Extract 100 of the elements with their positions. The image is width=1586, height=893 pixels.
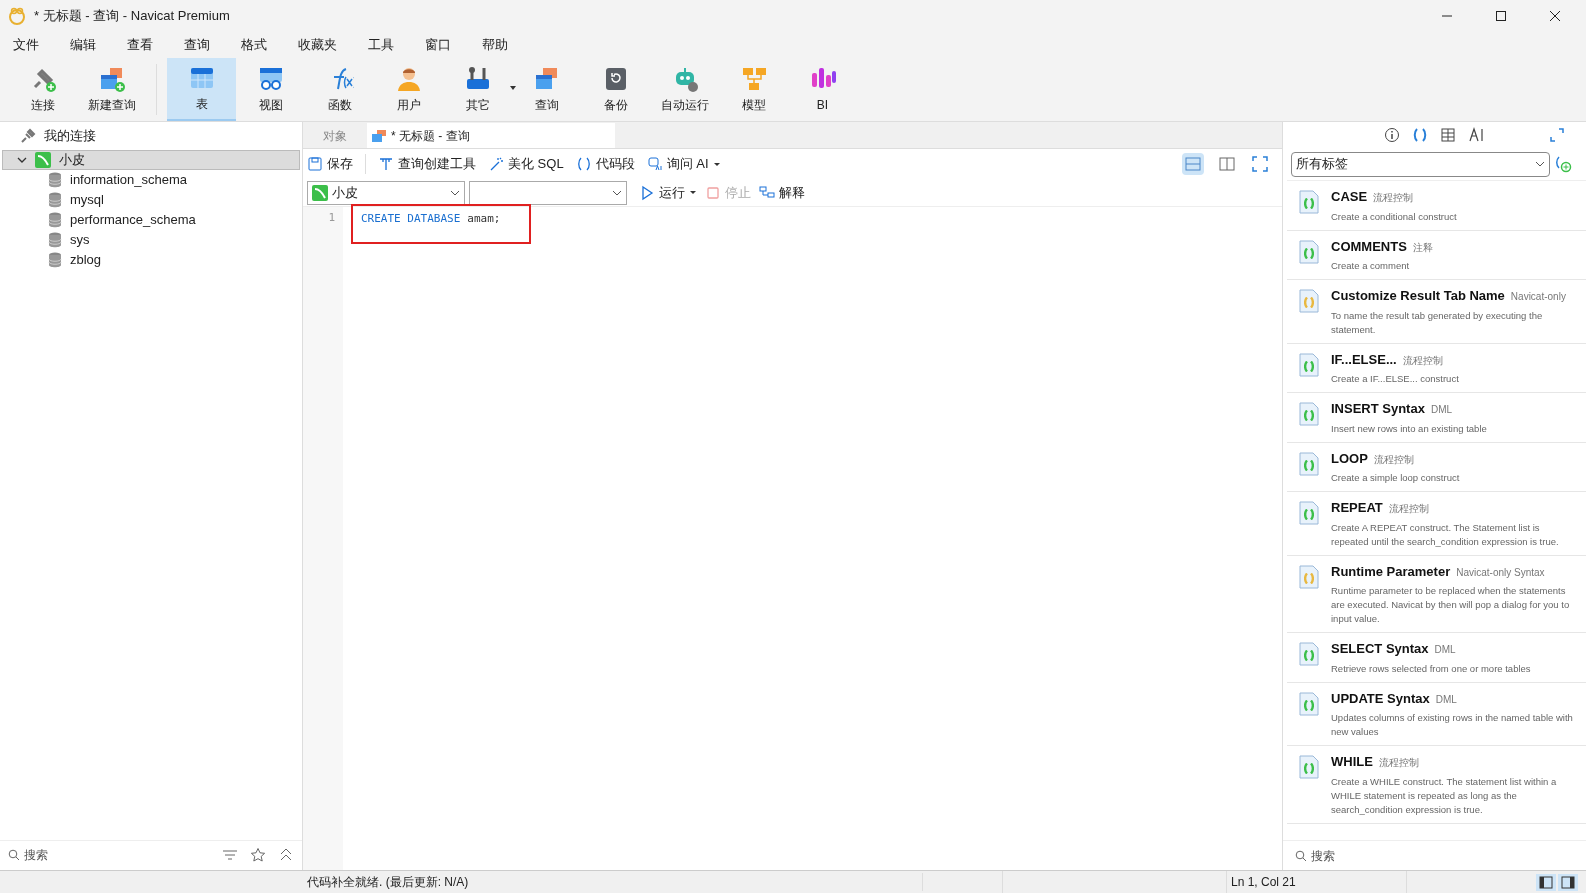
connection-icon bbox=[35, 152, 51, 168]
sql-keyword: CREATE DATABASE bbox=[361, 210, 461, 227]
snippet-item[interactable]: Customize Result Tab Name Navicat-only To name the result tab generated by executing the statement. bbox=[1287, 280, 1586, 344]
toolbar-button[interactable]: 其它 bbox=[443, 58, 512, 121]
snippet-item[interactable]: INSERT Syntax DML Insert new rows into an existing table bbox=[1287, 393, 1586, 443]
snippet-title: REPEAT bbox=[1331, 499, 1383, 517]
snippet-description: Create a WHILE construct. The statement list within a WHILE statement is repeated as long as the search_condition expression is true. bbox=[1331, 774, 1558, 817]
snippet-title: Runtime Parameter bbox=[1331, 562, 1451, 581]
connection-select[interactable]: 小皮 bbox=[307, 180, 465, 205]
window-title: * 无标题 - 查询 - Navicat Premium bbox=[34, 6, 230, 25]
menu-item[interactable]: 查询 bbox=[175, 34, 219, 55]
tag-filter-select[interactable]: 所有标签 bbox=[1291, 151, 1550, 177]
menu-item[interactable]: 编辑 bbox=[61, 34, 105, 55]
cursor-position: Ln 1, Col 21 bbox=[1226, 871, 1406, 893]
snippet-tag: DML bbox=[1435, 691, 1457, 707]
code-snippet-icon[interactable] bbox=[1411, 127, 1428, 143]
snippet-description: Create a conditional construct bbox=[1331, 209, 1458, 224]
toolbar-button[interactable]: 新建查询 bbox=[77, 58, 146, 121]
toolbar-button[interactable]: 用户 bbox=[374, 58, 443, 121]
menu-item[interactable]: 查看 bbox=[118, 34, 162, 55]
tree-item[interactable]: performance_schema bbox=[0, 210, 302, 230]
snippet-title: IF...ELSE... bbox=[1331, 350, 1397, 369]
toolbar-button[interactable]: 函数 bbox=[305, 58, 374, 121]
snippet-title: LOOP bbox=[1331, 449, 1368, 468]
snippet-description: Runtime parameter to be replaced when the statements are executed. Navicat by then will pop a dialog for you to input value. bbox=[1331, 584, 1571, 626]
snippet-item[interactable]: WHILE 流程控制 Create a WHILE construct. The statement list within a WHILE statement is repeated as long as the search_condition expression is true. bbox=[1287, 746, 1586, 824]
code-snippet-icon bbox=[575, 156, 592, 172]
toolbar-button[interactable]: 代码段 bbox=[575, 154, 635, 174]
query-builder-icon bbox=[378, 156, 394, 172]
toolbar-button[interactable]: 美化 SQL bbox=[488, 154, 564, 174]
toolbar-button[interactable]: 模型 bbox=[719, 58, 788, 121]
left-panel-toggle-icon[interactable] bbox=[1536, 873, 1556, 891]
toolbar-button[interactable]: 视图 bbox=[236, 58, 305, 121]
toolbar-button[interactable]: 保存 bbox=[307, 154, 353, 174]
ai-icon[interactable] bbox=[1467, 127, 1486, 143]
snippet-item[interactable]: UPDATE Syntax DML Updates columns of existing rows in the named table with new values bbox=[1287, 682, 1586, 746]
expand-icon[interactable] bbox=[1550, 128, 1564, 142]
info-icon[interactable] bbox=[1383, 127, 1400, 143]
toolbar-button[interactable]: 查询创建工具 bbox=[378, 154, 476, 174]
snippet-tag: DML bbox=[1430, 402, 1453, 417]
menu-item[interactable]: 格式 bbox=[232, 34, 276, 55]
play-icon bbox=[639, 184, 655, 201]
search-icon bbox=[1295, 849, 1307, 862]
database-icon bbox=[48, 172, 62, 188]
toolbar-button[interactable]: 连接 bbox=[8, 58, 77, 121]
sidebar-header: 我的连接 bbox=[44, 127, 96, 146]
snippet-title: UPDATE Syntax bbox=[1331, 689, 1430, 708]
snippet-tag: Navicat-only Syntax bbox=[1456, 564, 1545, 580]
connection-icon bbox=[312, 184, 328, 201]
snippet-tag: DML bbox=[1434, 642, 1456, 657]
snippet-description: Create a IF...ELSE... construct bbox=[1331, 372, 1460, 386]
toolbar-button[interactable]: 表 bbox=[167, 58, 236, 121]
dropdown-caret-icon[interactable] bbox=[510, 86, 516, 90]
search-field[interactable]: 搜索 bbox=[24, 845, 218, 864]
tree-item[interactable]: sys bbox=[0, 230, 302, 250]
search-field[interactable]: 搜索 bbox=[1311, 846, 1574, 865]
star-icon[interactable] bbox=[250, 846, 266, 863]
toolbar-button[interactable]: 解释 bbox=[759, 182, 805, 203]
snippet-item[interactable]: Runtime Parameter Navicat-only Syntax Runtime parameter to be replaced when the statements are executed. Navicat by then will pop a dialog for you to input value. bbox=[1287, 555, 1586, 633]
right-panel-toggle-icon[interactable] bbox=[1558, 873, 1578, 891]
menu-item[interactable]: 窗口 bbox=[416, 34, 460, 55]
toolbar-button[interactable]: 自动运行 bbox=[650, 58, 719, 121]
app-logo-icon bbox=[8, 6, 26, 25]
toolbar-button[interactable]: 查询 bbox=[512, 58, 581, 121]
tree-item[interactable]: 小皮 bbox=[2, 150, 300, 170]
menu-item[interactable]: 文件 bbox=[4, 34, 48, 55]
snippet-item[interactable]: COMMENTS 注释 Create a comment bbox=[1287, 230, 1586, 280]
tree-item[interactable]: information_schema bbox=[0, 170, 302, 190]
search-icon bbox=[8, 848, 20, 861]
toolbar-button[interactable]: 询问 AI bbox=[646, 154, 721, 174]
menu-item[interactable]: 帮助 bbox=[473, 34, 517, 55]
add-snippet-icon[interactable] bbox=[1554, 155, 1572, 173]
grid-icon[interactable] bbox=[1439, 127, 1456, 143]
snippet-item[interactable]: REPEAT 流程控制 Create A REPEAT construct. The Statement list is repeated until the search_condition expression is true. bbox=[1287, 492, 1586, 556]
tab[interactable]: * 无标题 - 查询 bbox=[367, 123, 615, 148]
database-icon bbox=[48, 212, 62, 228]
toolbar-button[interactable]: BI bbox=[788, 58, 857, 121]
stop-icon bbox=[705, 184, 721, 201]
tree-item[interactable]: zblog bbox=[0, 250, 302, 270]
snippet-title: WHILE bbox=[1331, 753, 1373, 771]
fullscreen-icon[interactable] bbox=[1250, 154, 1270, 174]
chevron-down-icon[interactable] bbox=[17, 155, 27, 165]
snippet-item[interactable]: LOOP 流程控制 Create a simple loop construct bbox=[1287, 442, 1586, 492]
line-number: 1 bbox=[327, 210, 336, 226]
snippet-item[interactable]: SELECT Syntax DML Retrieve rows selected from one or more tables bbox=[1287, 633, 1586, 683]
menu-item[interactable]: 收藏夹 bbox=[289, 34, 346, 55]
snippet-title: Customize Result Tab Name bbox=[1331, 287, 1505, 305]
tree-item[interactable]: mysql bbox=[0, 190, 302, 210]
snippet-item[interactable]: CASE 流程控制 Create a conditional construct bbox=[1287, 181, 1586, 231]
save-icon bbox=[307, 156, 323, 172]
toolbar-button[interactable]: 备份 bbox=[581, 58, 650, 121]
chevron-down-icon bbox=[612, 189, 622, 196]
snippet-item[interactable]: IF...ELSE... 流程控制 Create a IF...ELSE... construct bbox=[1287, 343, 1586, 393]
menu-item[interactable]: 工具 bbox=[359, 34, 403, 55]
snippet-title: INSERT Syntax bbox=[1331, 400, 1425, 418]
collapse-icon[interactable] bbox=[278, 846, 294, 863]
snippet-tag: Navicat-only bbox=[1510, 289, 1566, 304]
snippet-description: Create a simple loop construct bbox=[1331, 471, 1461, 485]
explain-icon bbox=[759, 184, 775, 201]
toolbar-button[interactable]: 运行 bbox=[639, 182, 697, 203]
